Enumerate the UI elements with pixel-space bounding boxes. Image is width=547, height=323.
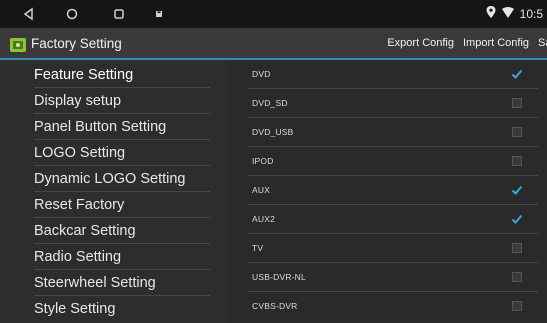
menu-item-logo-setting[interactable]: LOGO Setting [34, 140, 210, 166]
settings-menu: Feature Setting Display setup Panel Butt… [0, 60, 228, 323]
clock: 10:5 [519, 6, 543, 21]
feature-checkbox[interactable] [512, 272, 522, 282]
screen: 10:5 Factory Setting Export Config Impor… [0, 0, 547, 323]
feature-row-dvd-usb[interactable]: DVD_USB [248, 118, 538, 147]
title-bar: Factory Setting Export Config Import Con… [0, 28, 547, 60]
feature-checkbox[interactable] [511, 69, 523, 79]
menu-item-style-setting[interactable]: Style Setting [34, 296, 210, 322]
feature-label: AUX [252, 185, 271, 195]
feature-checkbox[interactable] [511, 185, 523, 195]
menu-item-feature-setting[interactable]: Feature Setting [34, 62, 210, 88]
import-config-button[interactable]: Import Config [463, 37, 529, 49]
feature-checkbox[interactable] [512, 243, 522, 253]
feature-checkbox[interactable] [512, 156, 522, 166]
status-area: 10:5 [486, 6, 543, 21]
menu-item-display-setup[interactable]: Display setup [34, 88, 210, 114]
screenshot-icon[interactable] [150, 5, 168, 23]
feature-list: DVD DVD_SD DVD_USB IPOD AUX AUX2 TV USB-… [228, 60, 547, 323]
feature-checkbox[interactable] [512, 127, 522, 137]
home-icon[interactable] [63, 5, 81, 23]
menu-item-dynamic-logo-setting[interactable]: Dynamic LOGO Setting [34, 166, 210, 192]
feature-row-aux2[interactable]: AUX2 [248, 205, 538, 234]
feature-row-ipod[interactable]: IPOD [248, 147, 538, 176]
location-icon [486, 6, 496, 21]
menu-item-reset-factory[interactable]: Reset Factory [34, 192, 210, 218]
page-title: Factory Setting [31, 36, 122, 51]
feature-row-cvbs-dvr[interactable]: CVBS-DVR [248, 292, 538, 321]
menu-item-panel-button-setting[interactable]: Panel Button Setting [34, 114, 210, 140]
menu-item-steerwheel-setting[interactable]: Steerwheel Setting [34, 270, 210, 296]
recent-apps-icon[interactable] [110, 5, 128, 23]
menu-item-backcar-setting[interactable]: Backcar Setting [34, 218, 210, 244]
feature-label: IPOD [252, 156, 274, 166]
feature-checkbox[interactable] [512, 301, 522, 311]
save-button[interactable]: Sav [538, 37, 547, 49]
feature-row-dvd[interactable]: DVD [248, 60, 538, 89]
feature-label: TV [252, 243, 264, 253]
action-bar: Export Config Import Config Sav [387, 37, 547, 49]
app-icon [9, 35, 27, 53]
feature-label: AUX2 [252, 214, 276, 224]
feature-label: CVBS-DVR [252, 301, 298, 311]
wifi-icon [501, 6, 514, 21]
feature-row-usb-dvr-nl[interactable]: USB-DVR-NL [248, 263, 538, 292]
feature-checkbox[interactable] [512, 98, 522, 108]
export-config-button[interactable]: Export Config [387, 37, 454, 49]
feature-label: DVD [252, 69, 271, 79]
feature-checkbox[interactable] [511, 214, 523, 224]
feature-row-aux[interactable]: AUX [248, 176, 538, 205]
feature-row-dvd-sd[interactable]: DVD_SD [248, 89, 538, 118]
back-icon[interactable] [20, 5, 38, 23]
status-bar: 10:5 [0, 0, 547, 28]
feature-label: DVD_USB [252, 127, 294, 137]
feature-row-tv[interactable]: TV [248, 234, 538, 263]
menu-item-radio-setting[interactable]: Radio Setting [34, 244, 210, 270]
feature-label: USB-DVR-NL [252, 272, 306, 282]
feature-label: DVD_SD [252, 98, 288, 108]
